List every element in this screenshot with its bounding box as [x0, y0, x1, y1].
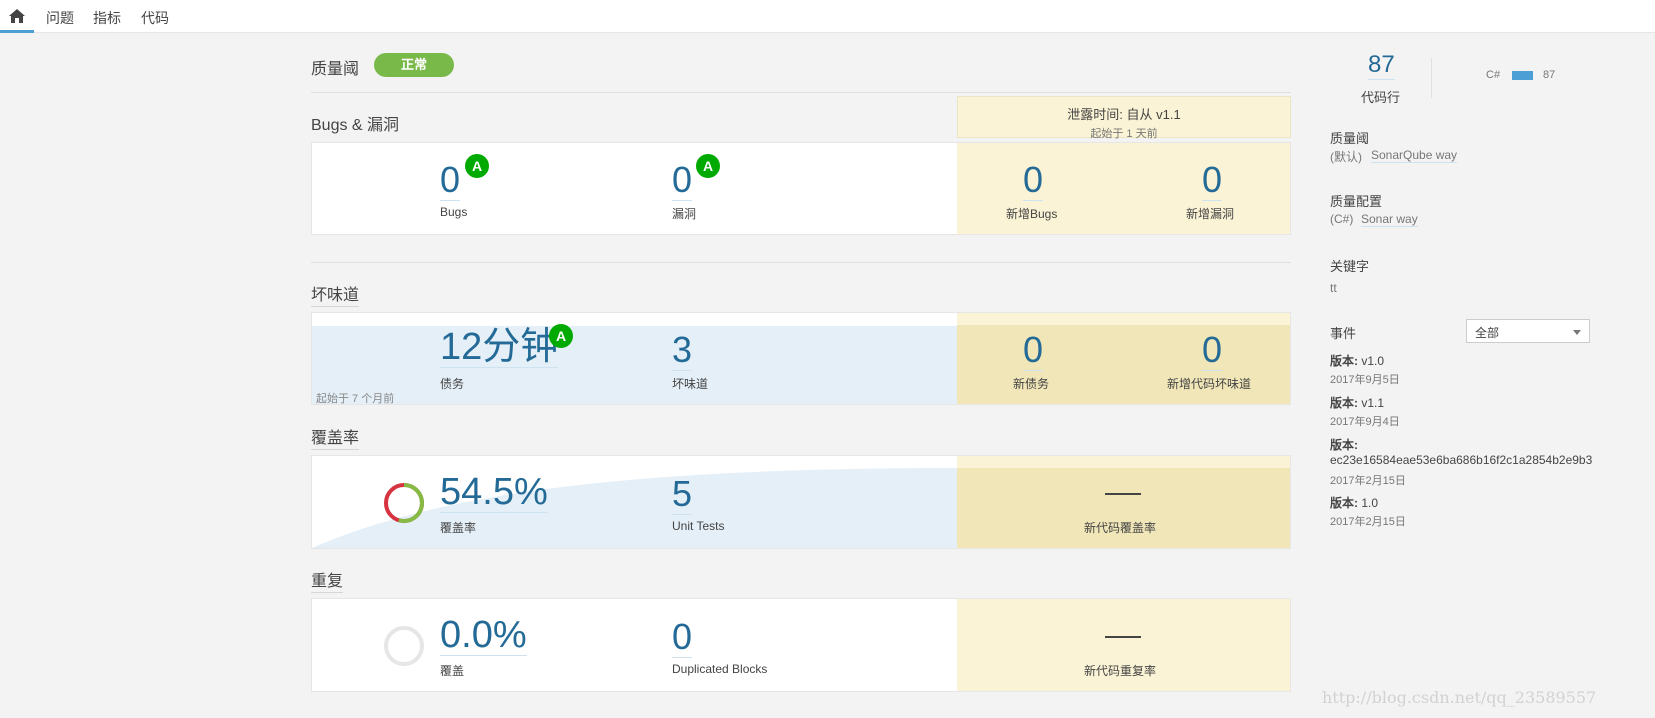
code-smells-section-title: 坏味道 [311, 281, 360, 307]
duplicated-blocks-value[interactable]: 0 [672, 617, 693, 658]
home-tab[interactable] [0, 0, 34, 33]
new-vulnerabilities-label: 新增漏洞 [1186, 207, 1235, 221]
bugs-section-title: Bugs & 漏洞 [311, 117, 400, 134]
bugs-label: Bugs [440, 205, 468, 219]
event-item[interactable]: 版本: v1.0 [1330, 352, 1384, 369]
event-date: 2017年9月4日 [1330, 416, 1400, 428]
vulnerabilities-rating[interactable]: A [696, 154, 720, 178]
quality-gate-link[interactable]: SonarQube way [1371, 148, 1458, 163]
new-coverage-empty-dash [1105, 493, 1141, 495]
sidebar-quality-gate-title: 质量阈 [1330, 131, 1370, 146]
unit-tests-label: Unit Tests [672, 519, 725, 533]
quality-profile-title: 质量配置 [1330, 194, 1383, 209]
vulnerabilities-label: 漏洞 [672, 207, 697, 221]
code-smells-label: 坏味道 [672, 377, 709, 391]
event-date: 2017年2月15日 [1330, 516, 1406, 528]
quality-gate-prefix: (默认) [1330, 150, 1362, 164]
leak-period-since: 起始于 1 天前 [1090, 128, 1158, 140]
duplication-donut-chart[interactable] [382, 624, 426, 668]
new-debt-value[interactable]: 0 [1023, 330, 1044, 371]
event-item[interactable]: 版本: 1.0 [1330, 494, 1378, 511]
coverage-donut-chart[interactable] [382, 481, 426, 525]
quality-profile-link[interactable]: Sonar way [1361, 212, 1418, 227]
bugs-value[interactable]: 0 [440, 160, 461, 201]
tab-measures[interactable]: 指标 [93, 8, 121, 28]
duplication-label: 覆盖 [440, 664, 465, 678]
smells-since: 起始于 7 个月前 [316, 393, 395, 405]
event-item[interactable]: 版本: v1.1 [1330, 394, 1384, 411]
keywords-title: 关键字 [1330, 259, 1370, 274]
new-bugs-value[interactable]: 0 [1023, 160, 1044, 201]
event-date: 2017年2月15日 [1330, 475, 1406, 487]
duplication-donut-track [384, 626, 424, 666]
vulnerabilities-value[interactable]: 0 [672, 160, 693, 201]
language-name: C# [1486, 69, 1501, 81]
language-bar [1512, 71, 1533, 80]
events-filter-value: 全部 [1475, 326, 1500, 340]
code-smells-value[interactable]: 3 [672, 330, 693, 371]
new-duplication-empty-dash [1105, 636, 1141, 638]
coverage-leak-history [957, 468, 1290, 548]
lines-of-code-value[interactable]: 87 [1368, 51, 1395, 80]
watermark-text: http://blog.csdn.net/qq_23589557 [1322, 688, 1597, 707]
duplication-value[interactable]: 0.0% [440, 615, 527, 656]
unit-tests-value[interactable]: 5 [672, 474, 693, 515]
divider [1431, 58, 1432, 98]
event-date: 2017年9月5日 [1330, 374, 1400, 386]
duplication-section-title: 重复 [311, 567, 344, 593]
home-icon [9, 9, 25, 23]
coverage-section-title: 覆盖率 [311, 424, 360, 450]
leak-period-title: 泄露时间: 自从 v1.1 [1067, 107, 1181, 122]
chevron-down-icon [1573, 330, 1581, 335]
events-title: 事件 [1330, 326, 1357, 341]
divider [311, 262, 1291, 263]
duplicated-blocks-label: Duplicated Blocks [672, 662, 768, 676]
events-filter-select[interactable]: 全部 [1466, 319, 1590, 343]
keywords-value: tt [1330, 281, 1337, 295]
new-duplication-label: 新代码重复率 [1084, 664, 1157, 678]
event-item[interactable]: 版本: [1330, 436, 1358, 453]
divider [311, 92, 1291, 93]
debt-rating[interactable]: A [549, 324, 573, 348]
quality-gate-status-badge: 正常 [374, 53, 454, 77]
debt-label: 债务 [440, 377, 465, 391]
new-debt-label: 新债务 [1013, 377, 1050, 391]
new-bugs-label: 新增Bugs [1006, 207, 1058, 221]
quality-gate-title: 质量阈 [311, 61, 360, 78]
new-code-smells-label: 新增代码坏味道 [1167, 377, 1252, 391]
tab-issues[interactable]: 问题 [46, 8, 74, 28]
language-lines: 87 [1543, 69, 1556, 81]
coverage-label: 覆盖率 [440, 521, 477, 535]
new-code-smells-value[interactable]: 0 [1202, 330, 1223, 371]
event-name: ec23e16584eae53e6ba686b16f2c1a2854b2e9b3 [1330, 453, 1593, 467]
bugs-rating[interactable]: A [465, 154, 489, 178]
coverage-value[interactable]: 54.5% [440, 472, 548, 513]
new-vulnerabilities-value[interactable]: 0 [1202, 160, 1223, 201]
top-nav: 问题 指标 代码 [0, 0, 1655, 33]
quality-profile-prefix: (C#) [1330, 212, 1354, 226]
smells-leak-history [957, 325, 1290, 404]
leak-period-header: 泄露时间: 自从 v1.1 起始于 1 天前 [957, 96, 1291, 140]
tab-code[interactable]: 代码 [141, 8, 169, 28]
lines-of-code-label: 代码行 [1361, 90, 1401, 105]
new-coverage-label: 新代码覆盖率 [1084, 521, 1157, 535]
debt-value[interactable]: 12分钟 [440, 327, 559, 368]
